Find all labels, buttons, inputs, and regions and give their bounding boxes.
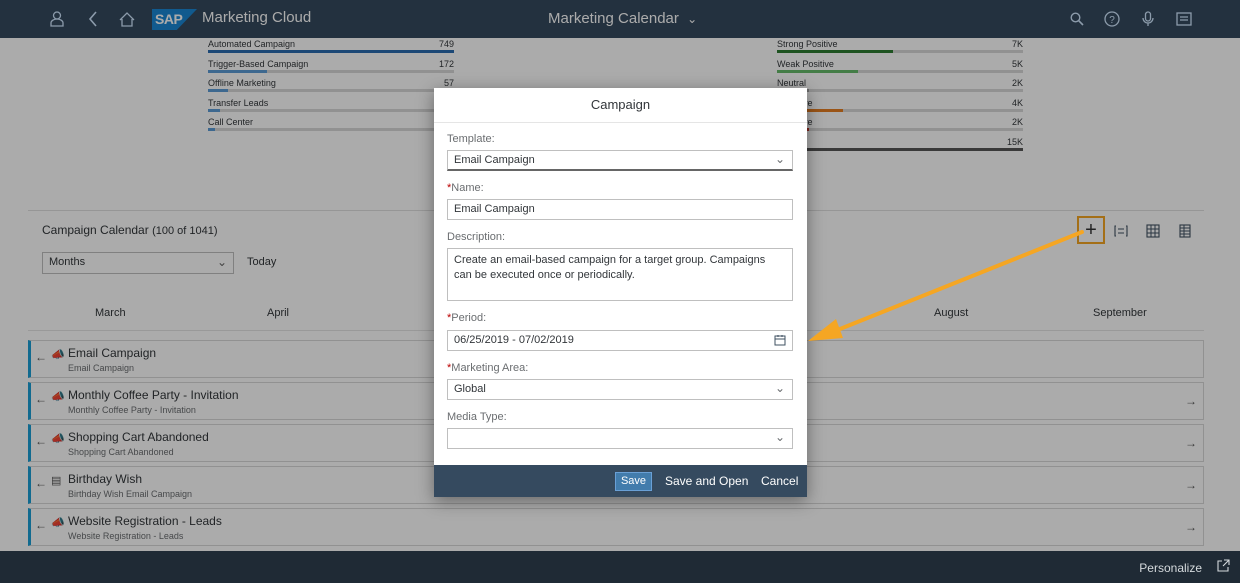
- chevron-down-icon: ⌄: [774, 381, 785, 395]
- media-type-select[interactable]: ⌄: [447, 428, 793, 449]
- chevron-down-icon: ⌄: [774, 430, 785, 444]
- period-input[interactable]: 06/25/2019 - 07/02/2019: [447, 330, 793, 351]
- dialog-footer: Save Save and Open Cancel: [434, 465, 807, 497]
- marketing-area-value: Global: [454, 383, 486, 395]
- dialog-title: Campaign: [590, 97, 651, 112]
- marketing-area-select[interactable]: Global ⌄: [447, 379, 793, 400]
- name-label-text: Name:: [451, 182, 484, 194]
- period-label-text: Period:: [451, 312, 487, 324]
- description-textarea[interactable]: Create an email-based campaign for a tar…: [447, 248, 793, 301]
- footer-bar: Personalize: [0, 551, 1240, 583]
- cancel-button[interactable]: Cancel: [761, 474, 798, 488]
- marketing-area-label-text: Marketing Area:: [451, 362, 529, 374]
- save-button[interactable]: Save: [615, 472, 652, 491]
- template-select[interactable]: Email Campaign ⌄: [447, 150, 793, 171]
- description-label: Description:: [447, 231, 506, 243]
- name-label: *Name:: [447, 182, 484, 194]
- template-select-value: Email Campaign: [454, 154, 535, 166]
- name-input[interactable]: Email Campaign: [447, 199, 793, 220]
- chevron-down-icon: ⌄: [774, 152, 785, 166]
- period-label: *Period:: [447, 312, 486, 324]
- calendar-icon[interactable]: [774, 334, 786, 349]
- media-type-label: Media Type:: [447, 411, 507, 423]
- campaign-dialog: Campaign Template: Email Campaign ⌄ *Nam…: [434, 88, 807, 497]
- save-and-open-button[interactable]: Save and Open: [665, 474, 748, 488]
- template-label: Template:: [447, 133, 495, 145]
- dialog-title-divider: [434, 122, 807, 123]
- personalize-button[interactable]: Personalize: [1139, 561, 1202, 575]
- external-link-icon[interactable]: [1217, 559, 1230, 575]
- period-value: 06/25/2019 - 07/02/2019: [454, 334, 574, 346]
- marketing-area-label: *Marketing Area:: [447, 362, 528, 374]
